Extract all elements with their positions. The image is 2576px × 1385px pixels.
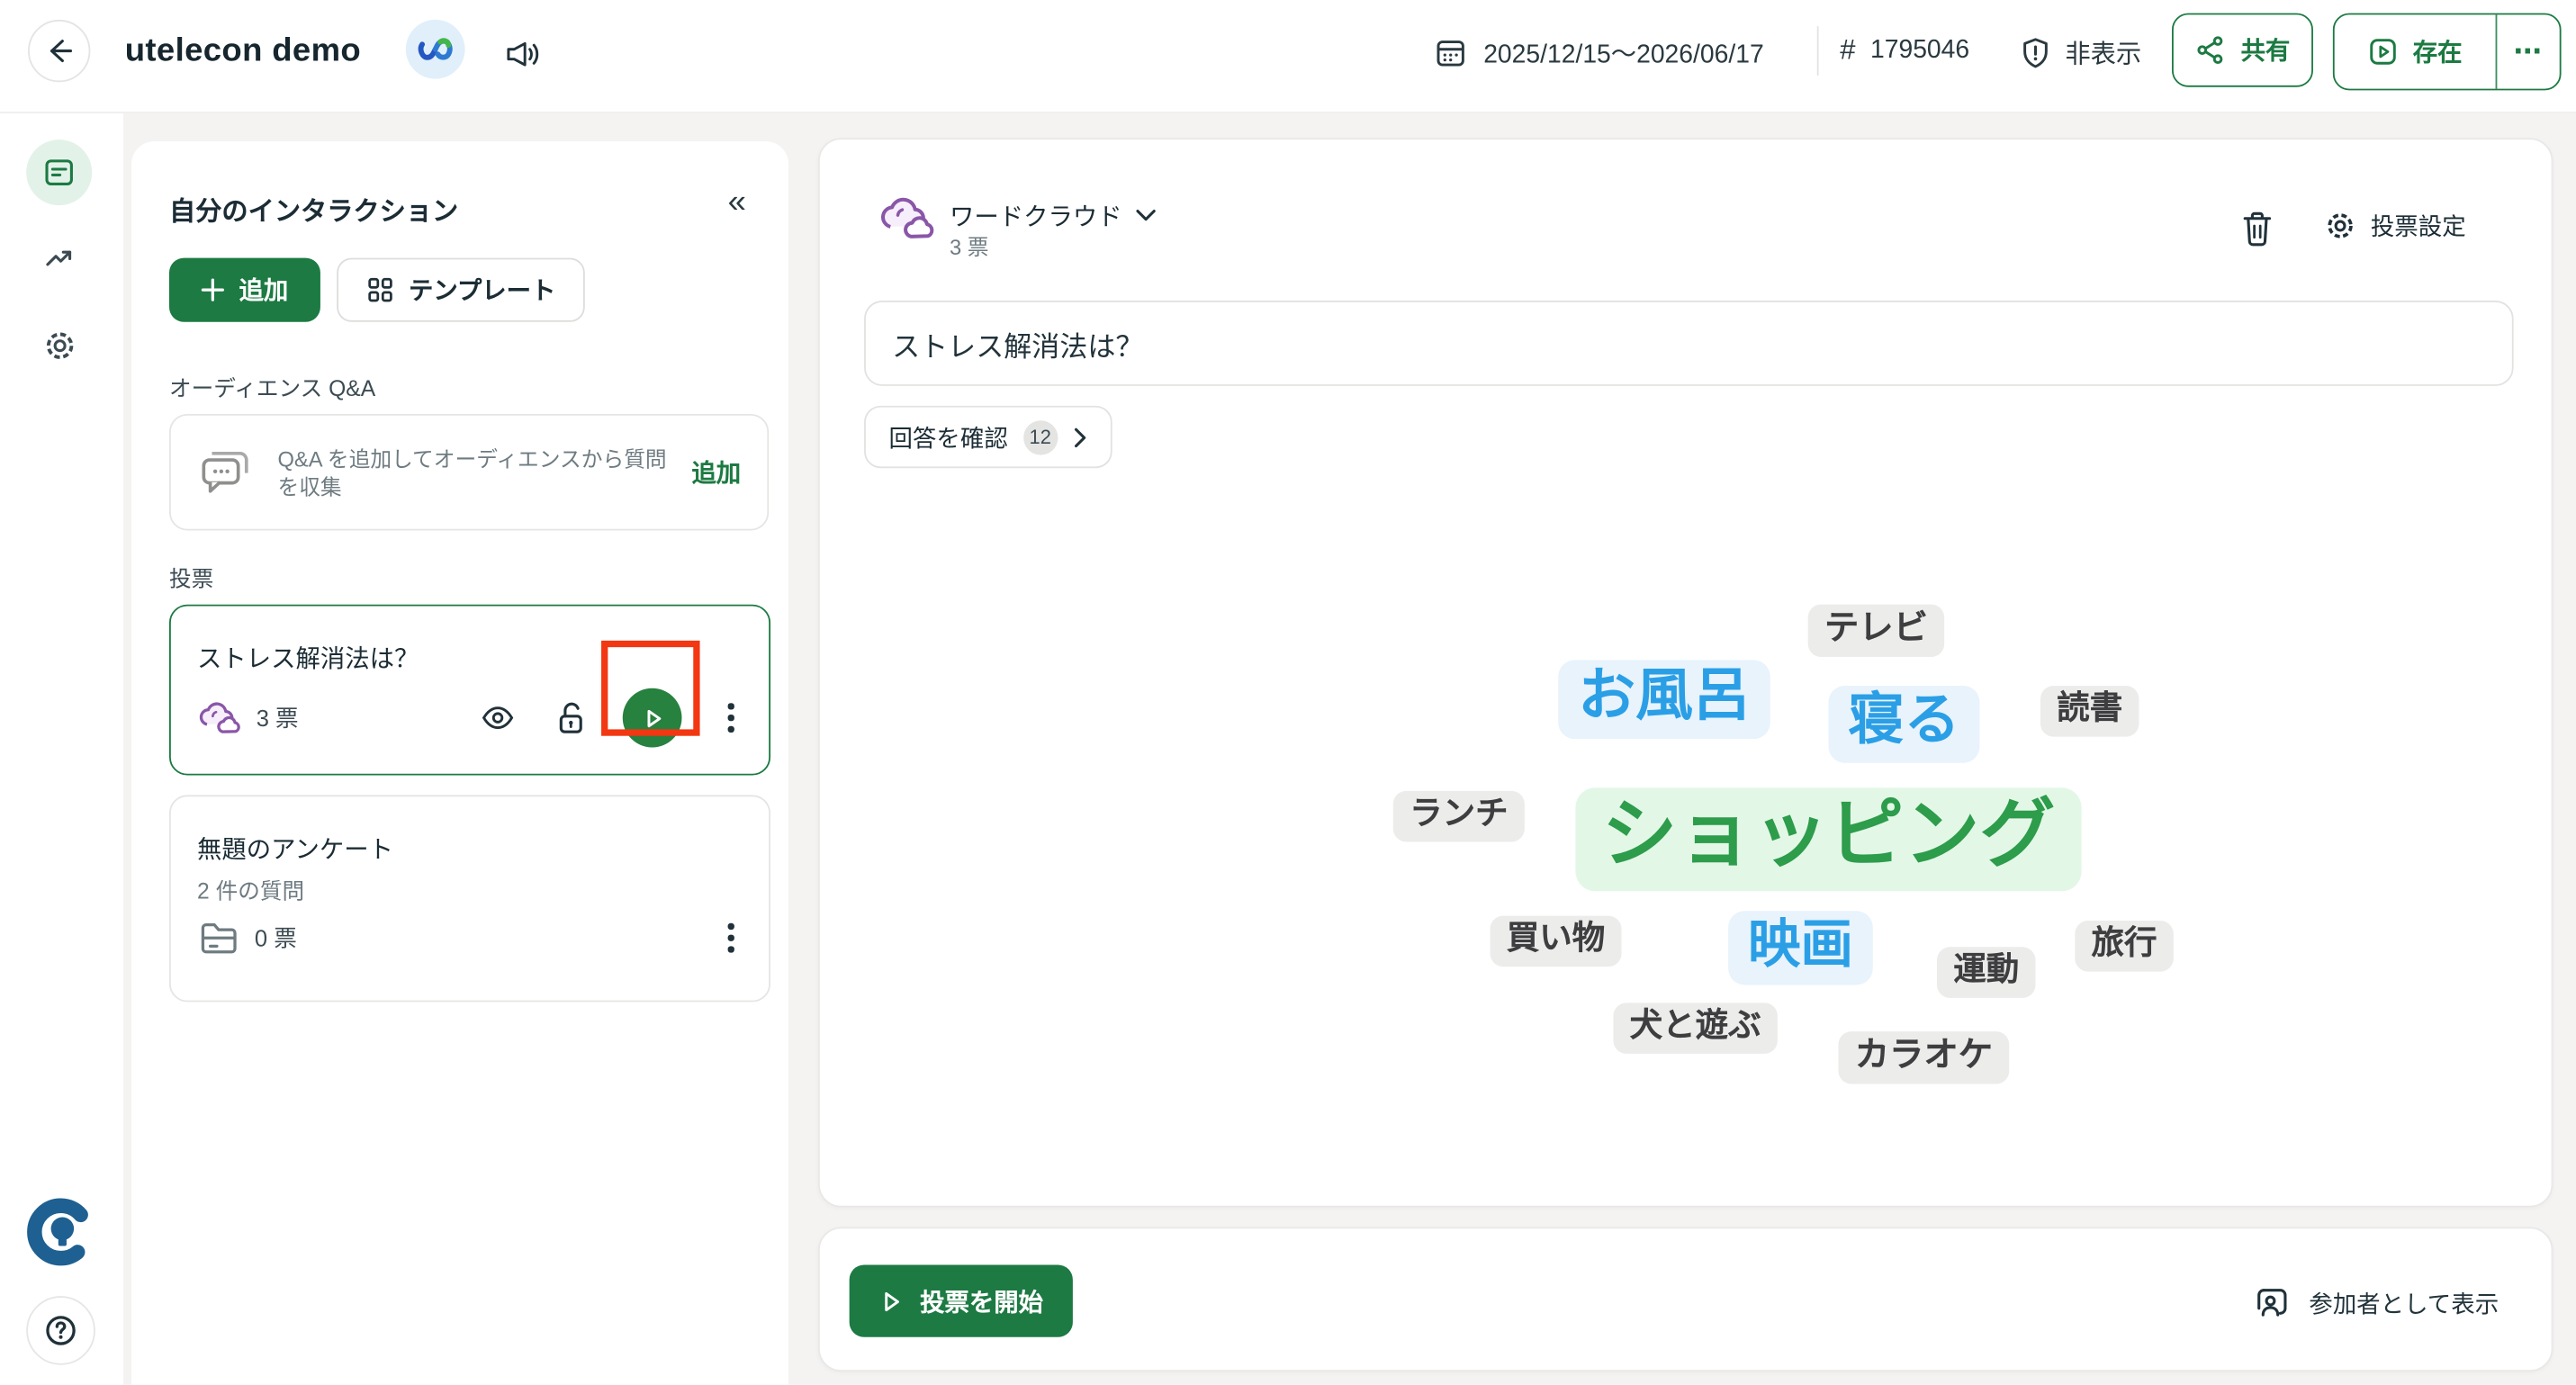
event-date-range: 2025/12/15〜2026/06/17 (1483, 34, 1763, 70)
word-cloud-word: 読書 (2040, 686, 2139, 737)
nav-interactions-item[interactable] (26, 139, 92, 205)
poll-votes: 0 票 (255, 922, 297, 955)
question-text: ストレス解消法は？ (892, 323, 1143, 364)
folder-icon (197, 918, 239, 958)
arrow-left-icon (42, 34, 76, 67)
interactions-list-icon (41, 155, 77, 191)
add-label: 追加 (239, 273, 289, 307)
visibility-icon[interactable] (478, 698, 518, 738)
lock-open-icon[interactable] (554, 698, 590, 738)
left-icon-rail (0, 112, 123, 1385)
word-cloud-word: カラオケ (1838, 1031, 2009, 1084)
qa-description: Q&A を追加してオーディエンスから質問を収集 (277, 445, 670, 500)
poll-title: ストレス解消法は？ (197, 641, 419, 675)
word-cloud-icon (878, 193, 937, 243)
event-code[interactable]: # 1795046 (1840, 34, 1969, 67)
poll-footer-bar: 投票を開始 参加者として表示 (818, 1227, 2553, 1372)
grid-icon (366, 276, 394, 304)
poll-settings-button[interactable]: 投票設定 (2323, 209, 2466, 243)
event-title: utelecon demo (125, 33, 361, 71)
webex-logo-icon (418, 36, 454, 62)
qa-empty-card: Q&A を追加してオーディエンスから質問を収集 追加 (169, 414, 769, 531)
view-as-participant-label: 参加者として表示 (2309, 1285, 2499, 1319)
gear-icon (2323, 209, 2357, 243)
app-window: utelecon demo 2025/12/15〜20 (0, 0, 2576, 1385)
poll-votes-count: 3 票 (950, 230, 989, 262)
help-button[interactable] (26, 1296, 95, 1365)
share-icon (2195, 34, 2227, 66)
trending-up-icon (41, 241, 77, 277)
shield-alert-icon (2017, 34, 2053, 70)
word-cloud-word: 寝る (1829, 686, 1980, 763)
question-mark-icon (42, 1312, 78, 1348)
plus-icon (202, 277, 226, 301)
qa-add-link[interactable]: 追加 (691, 455, 741, 490)
templates-label: テンプレート (409, 273, 555, 307)
word-cloud-word: テレビ (1808, 605, 1944, 658)
word-cloud-word: 旅行 (2075, 921, 2174, 972)
delete-poll-icon[interactable] (2238, 209, 2277, 250)
word-cloud-word: お風呂 (1558, 661, 1770, 740)
chat-bubbles-icon (197, 446, 257, 499)
calendar-icon (1433, 34, 1469, 70)
annotation-highlight-rect (601, 641, 700, 736)
collapse-panel-icon[interactable]: « (728, 184, 746, 221)
add-interaction-button[interactable]: 追加 (169, 258, 320, 322)
share-label: 共有 (2241, 33, 2291, 67)
present-play-icon (2367, 36, 2399, 67)
event-dates[interactable]: 2025/12/15〜2026/06/17 (1433, 34, 1764, 70)
nav-settings-item[interactable] (26, 312, 92, 378)
word-cloud-word: 運動 (1937, 947, 2036, 998)
view-as-participant-button[interactable]: 参加者として表示 (2253, 1284, 2499, 1320)
qa-section-label: オーディエンス Q&A (169, 370, 375, 403)
interactions-panel: 自分のインタラクション « 追加 テンプレート オーディエンス Q&A (131, 141, 788, 1385)
poll-title: 無題のアンケート (197, 832, 393, 866)
poll-type-selector[interactable]: ワードクラウド (950, 199, 1157, 233)
announcement-icon[interactable] (498, 31, 544, 77)
poll-card-survey[interactable]: 無題のアンケート 2 件の質問 0 票 (169, 795, 770, 1002)
present-button[interactable]: 存在 (2335, 14, 2495, 88)
present-split-button: 存在 ⋯ (2333, 13, 2562, 91)
nav-analytics-item[interactable] (26, 227, 92, 292)
word-cloud-word: 映画 (1728, 911, 1873, 985)
poll-settings-label: 投票設定 (2371, 209, 2466, 243)
share-button[interactable]: 共有 (2172, 13, 2313, 87)
polls-section-label: 投票 (169, 560, 213, 593)
gear-icon (41, 326, 78, 364)
word-cloud-word: ランチ (1393, 791, 1525, 842)
word-cloud-word: ショッピング (1575, 787, 2081, 891)
word-cloud-word: 犬と遊ぶ (1613, 1003, 1778, 1054)
topbar-divider (1817, 26, 1819, 76)
participant-view-icon (2253, 1284, 2292, 1320)
back-button[interactable] (28, 20, 90, 82)
chevron-down-icon (1135, 209, 1157, 223)
poll-subtitle: 2 件の質問 (197, 872, 304, 905)
present-more-button[interactable]: ⋯ (2497, 14, 2559, 88)
privacy-status[interactable]: 非表示 (2017, 34, 2141, 70)
poll-menu-button[interactable] (716, 704, 746, 733)
panel-header: 自分のインタラクション (169, 189, 458, 229)
poll-type-label: ワードクラウド (950, 199, 1122, 233)
templates-button[interactable]: テンプレート (337, 258, 585, 322)
play-icon (878, 1289, 903, 1313)
poll-menu-button[interactable] (716, 923, 746, 952)
word-cloud-icon (197, 700, 241, 736)
top-bar: utelecon demo 2025/12/15〜20 (0, 0, 2576, 113)
present-label: 存在 (2413, 34, 2463, 68)
present-button-divider (2495, 14, 2498, 88)
webex-integration-badge[interactable] (406, 20, 465, 79)
poll-votes: 3 票 (257, 701, 299, 734)
word-cloud-word: 買い物 (1491, 916, 1622, 967)
event-code-number: 1795046 (1870, 36, 1969, 66)
slido-logo (23, 1194, 99, 1270)
hash-icon: # (1840, 34, 1855, 67)
word-cloud-canvas: テレビお風呂寝る 読書ランチショッピング買い物 映画 運動旅行犬と遊ぶカラオケ (820, 436, 2554, 1192)
poll-detail-card: ワードクラウド 3 票 投票設定 ストレス解消法は？ 回答を確認 12 (818, 138, 2553, 1207)
hidden-label: 非表示 (2065, 34, 2141, 70)
start-poll-button[interactable]: 投票を開始 (850, 1264, 1073, 1336)
start-poll-label: 投票を開始 (920, 1283, 1043, 1318)
question-input[interactable]: ストレス解消法は？ (864, 301, 2514, 386)
